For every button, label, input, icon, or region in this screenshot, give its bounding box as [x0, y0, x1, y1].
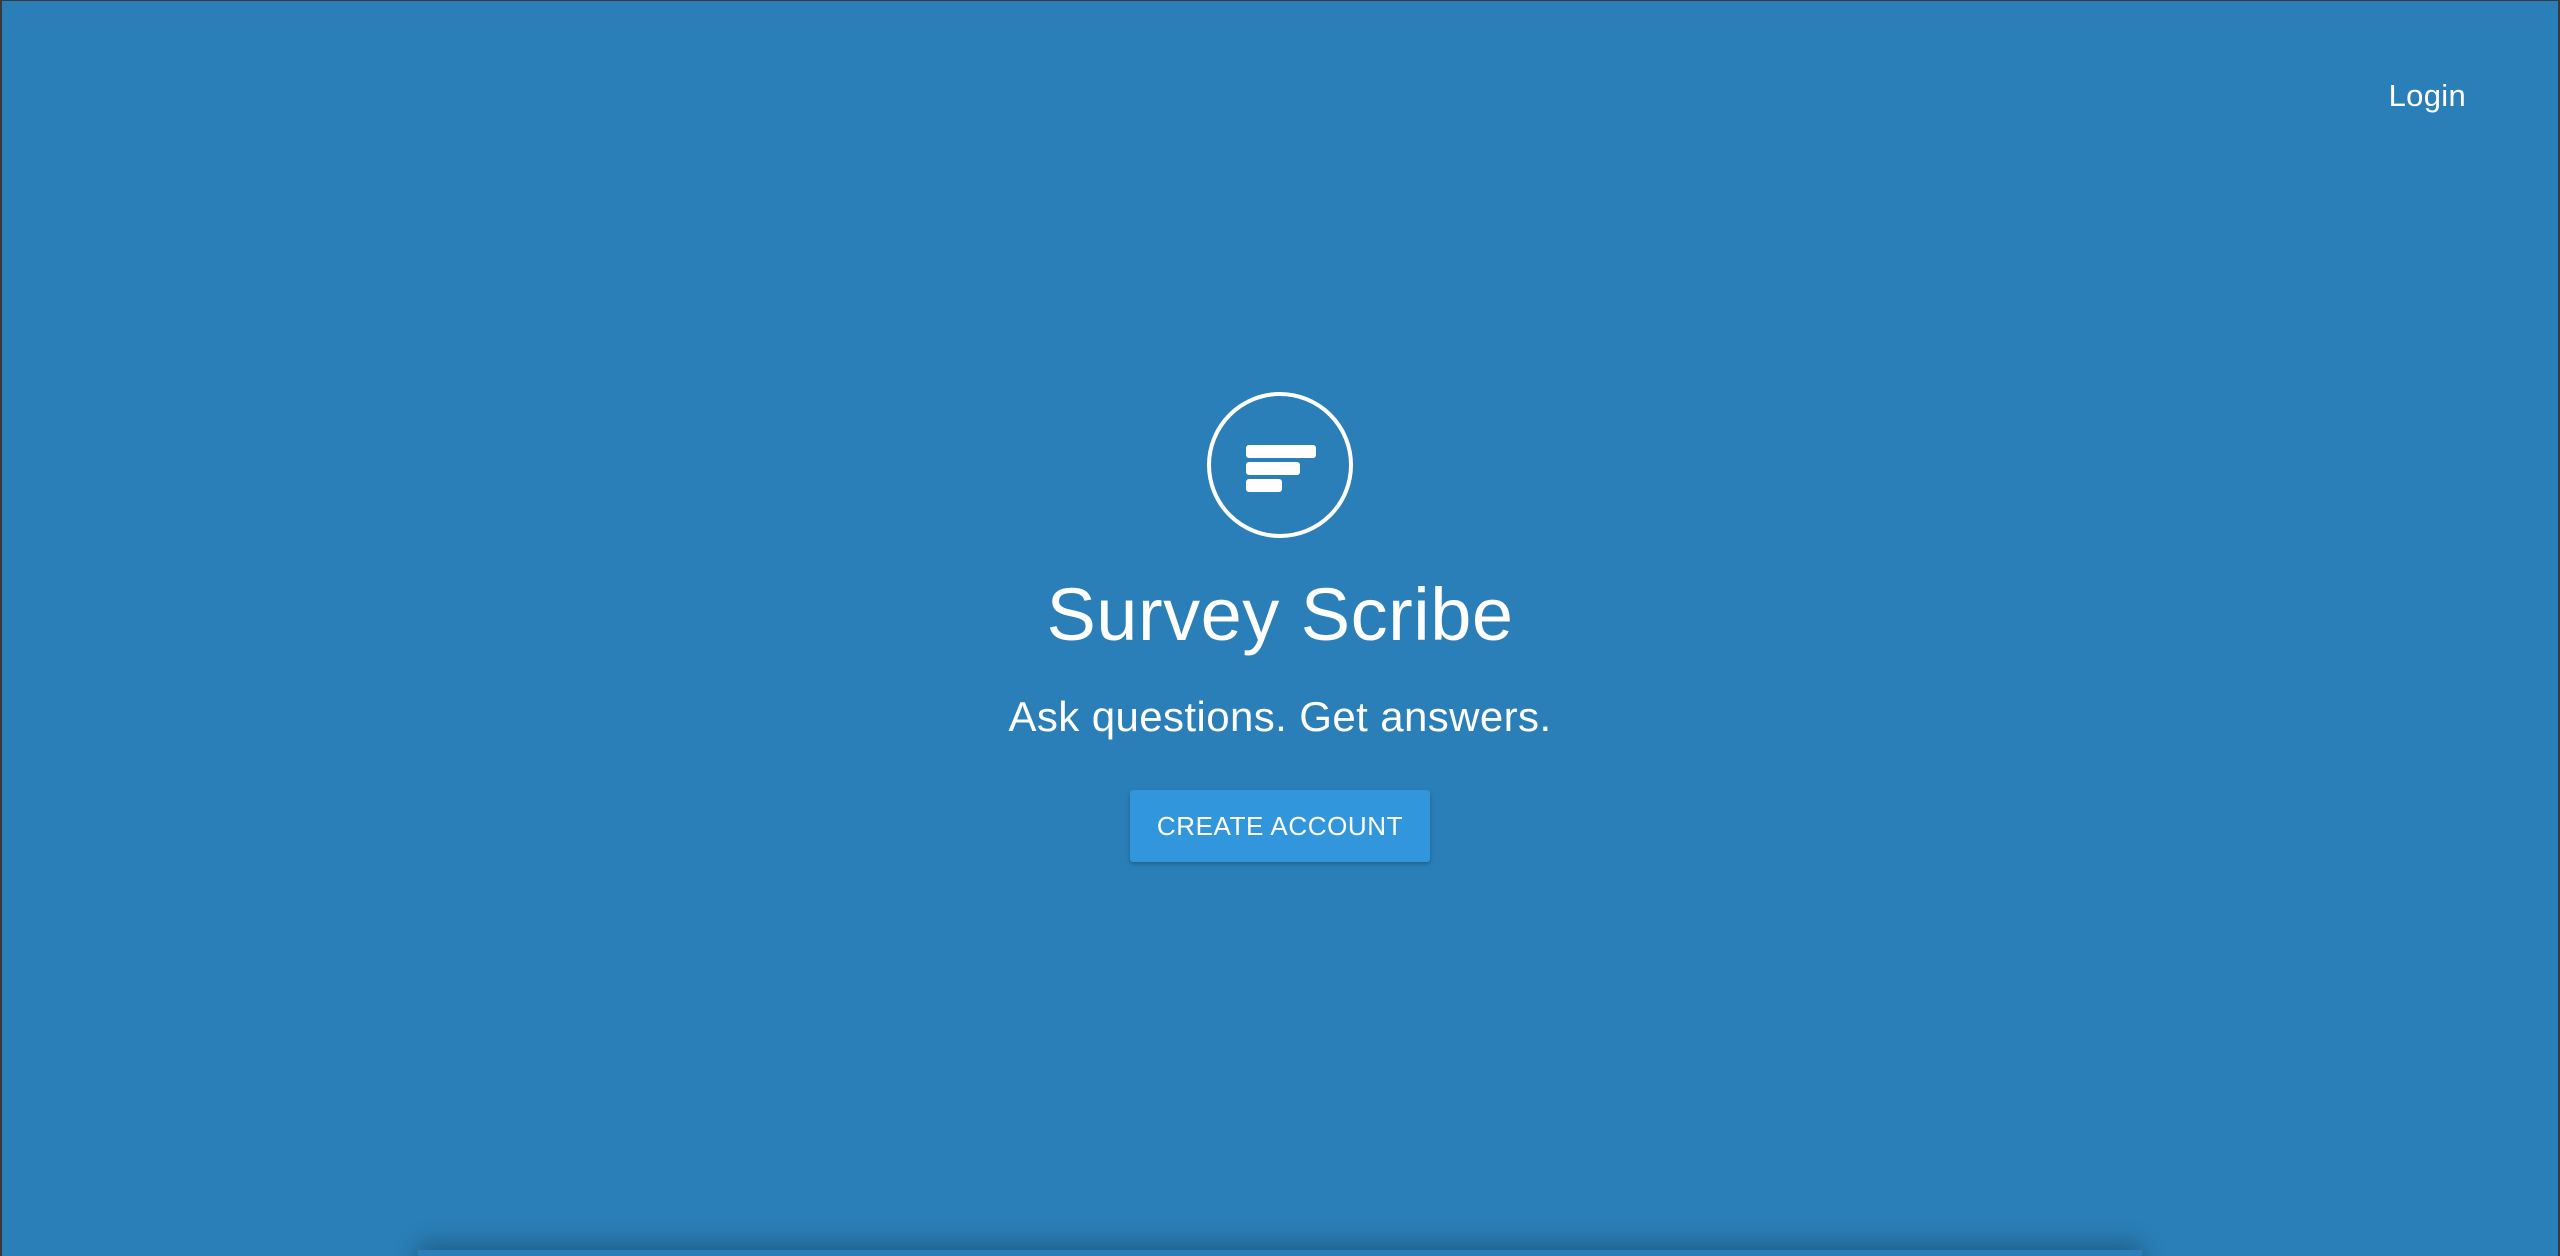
- survey-bars-icon: [1207, 392, 1353, 538]
- window-top-edge: [0, 0, 2560, 1]
- logo-bar-long: [1246, 445, 1316, 458]
- create-account-button[interactable]: CREATE ACCOUNT: [1130, 790, 1430, 862]
- bottom-content-panel: [418, 1250, 2142, 1256]
- landing-page: Login Survey Scribe Ask questions. Get a…: [0, 0, 2560, 1256]
- logo-bar-short: [1246, 479, 1282, 492]
- top-nav: Login: [2389, 78, 2466, 114]
- hero-section: Survey Scribe Ask questions. Get answers…: [0, 392, 2560, 862]
- app-title: Survey Scribe: [1046, 573, 1514, 656]
- app-tagline: Ask questions. Get answers.: [1008, 693, 1552, 740]
- logo-bar-medium: [1246, 462, 1300, 475]
- login-link[interactable]: Login: [2389, 78, 2466, 113]
